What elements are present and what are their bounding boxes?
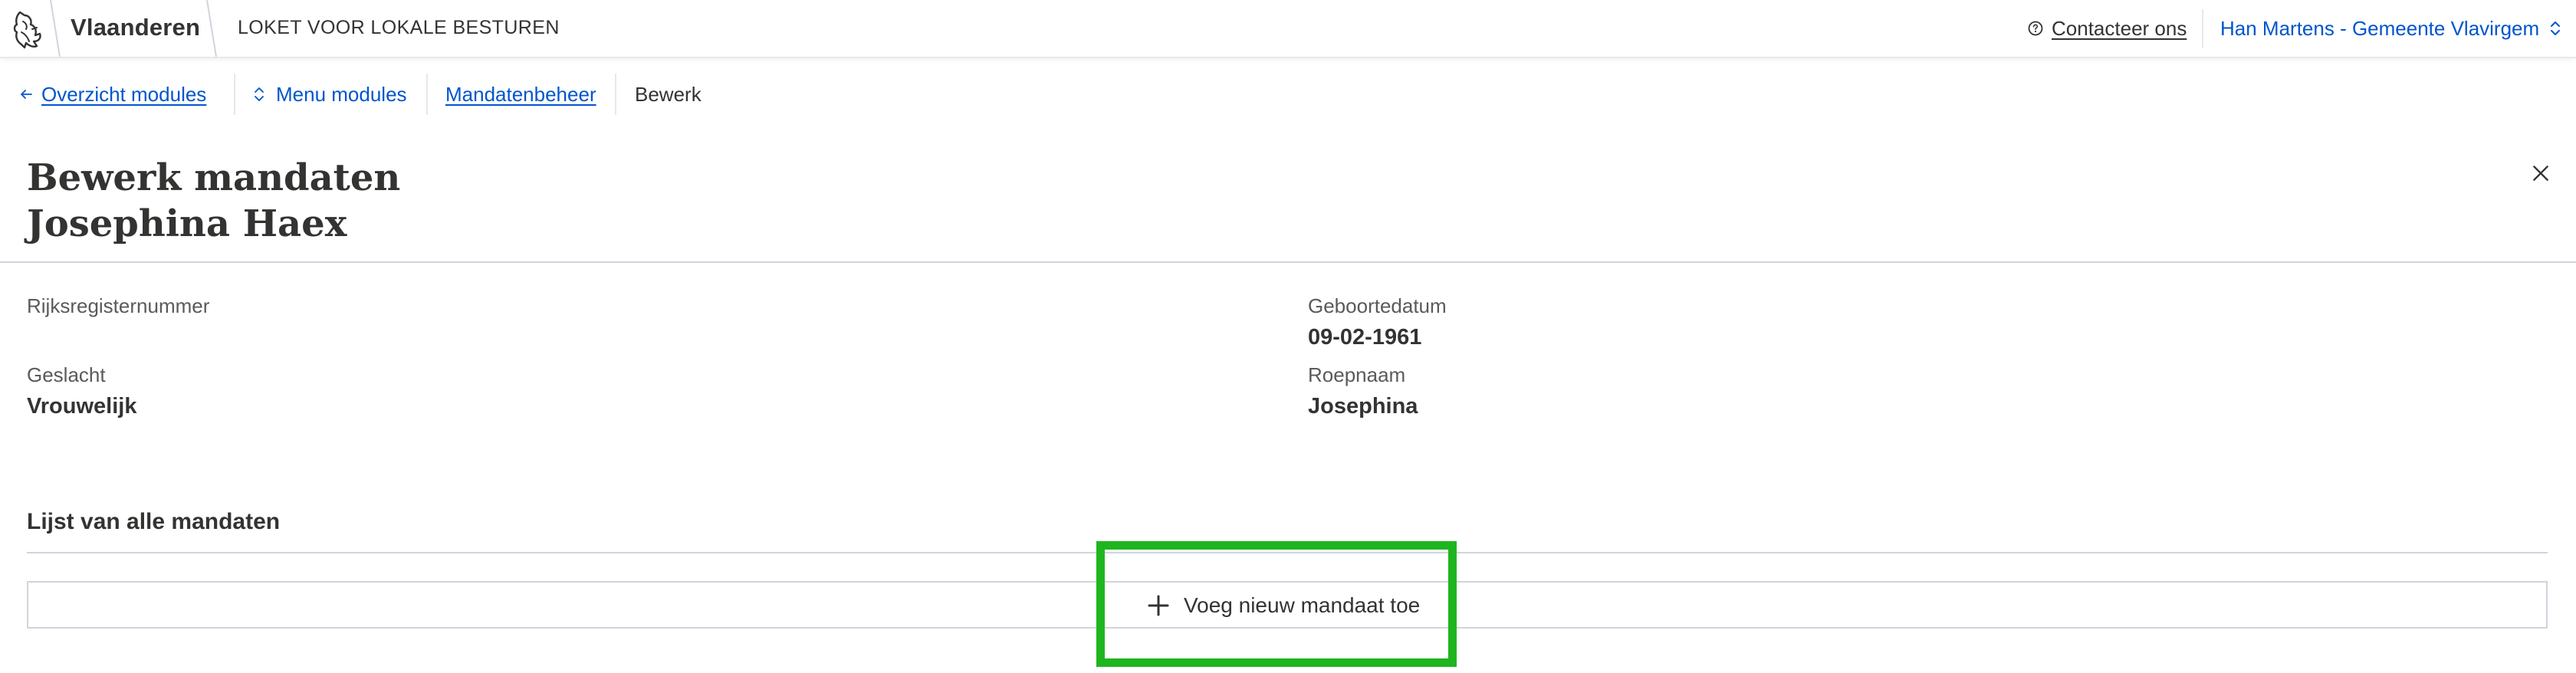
mandaten-section-title: Lijst van alle mandaten — [27, 509, 281, 534]
close-icon — [2533, 166, 2548, 181]
breadcrumb-mandatenbeheer[interactable]: Mandatenbeheer — [445, 81, 596, 107]
add-mandaat-button[interactable]: Voeg nieuw mandaat toe — [1147, 589, 1420, 622]
menu-modules-label: Menu modules — [276, 82, 407, 106]
rrn-label: Rijksregisternummer — [27, 294, 210, 317]
overview-modules-link[interactable]: Overzicht modules — [18, 81, 206, 107]
plus-icon — [1148, 595, 1169, 616]
page-title-line1: Bewerk mandaten — [27, 156, 401, 199]
help-circle-icon — [2028, 21, 2043, 36]
nav-separator — [615, 74, 616, 115]
gender-value: Vrouwelijk — [27, 394, 137, 419]
brand-name: Vlaanderen — [71, 14, 201, 41]
section-divider — [27, 552, 2548, 553]
chevron-up-down-icon — [2551, 21, 2561, 35]
flemish-lion-logo-icon[interactable] — [9, 6, 48, 52]
breadcrumb-current: Bewerk — [635, 82, 702, 106]
gender-label: Geslacht — [27, 363, 106, 386]
menu-modules-button[interactable]: Menu modules — [253, 81, 407, 107]
add-mandaat-label: Voeg nieuw mandaat toe — [1184, 593, 1421, 617]
arrow-left-icon — [21, 90, 32, 99]
birthdate-label: Geboortedatum — [1308, 294, 1447, 317]
user-switch-button[interactable]: Han Martens - Gemeente Vlavirgem — [2220, 15, 2562, 41]
nav-separator — [426, 74, 428, 115]
global-header: Vlaanderen LOKET VOOR LOKALE BESTUREN Co… — [0, 0, 2576, 58]
app-title-link[interactable]: LOKET VOOR LOKALE BESTUREN — [238, 17, 560, 39]
nav-separator — [234, 74, 235, 115]
overview-modules-label: Overzicht modules — [41, 82, 207, 106]
page-title-line2: Josephina Haex — [27, 202, 347, 245]
contact-label: Contacteer ons — [2052, 16, 2187, 40]
module-nav: Overzicht modules Menu modules Mandatenb… — [0, 67, 2576, 121]
contact-link[interactable]: Contacteer ons — [2027, 15, 2187, 41]
close-button[interactable] — [2527, 159, 2555, 187]
user-label: Han Martens - Gemeente Vlavirgem — [2220, 16, 2540, 40]
header-divider — [50, 0, 61, 57]
chevron-up-down-icon — [255, 87, 264, 101]
callname-value: Josephina — [1308, 394, 1418, 419]
header-separator — [2202, 9, 2203, 48]
page-title: Bewerk mandaten Josephina Haex — [27, 155, 400, 247]
title-divider — [0, 261, 2576, 263]
header-divider — [206, 0, 217, 57]
birthdate-value: 09-02-1961 — [1308, 325, 1422, 350]
callname-label: Roepnaam — [1308, 363, 1406, 386]
